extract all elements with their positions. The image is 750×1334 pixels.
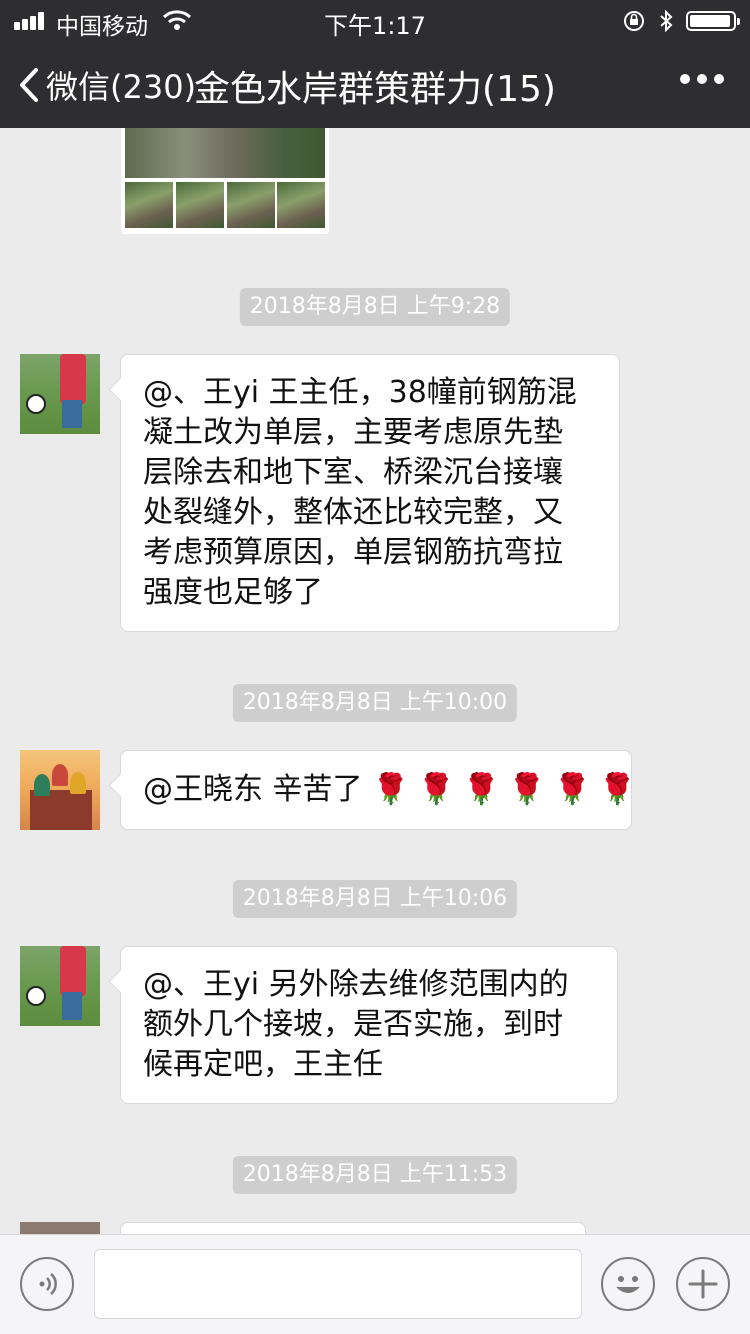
message-line: 额外几个接坡，是否实施，到时 (143, 1007, 563, 1042)
battery-icon (686, 11, 740, 31)
image-message[interactable] (121, 128, 329, 234)
message-line: 处裂缝外，整体还比较完整，又 (143, 495, 563, 530)
message-line: 候再定吧，王主任 (143, 1047, 383, 1082)
message-text: @王晓东 辛苦了 (143, 772, 363, 807)
timestamp: 2018年8月8日 上午10:00 (232, 684, 518, 722)
input-bar (0, 1234, 750, 1334)
plus-button[interactable] (676, 1257, 730, 1311)
bluetooth-icon (660, 9, 673, 33)
top-bar: 中国移动 下午1:17 微信(230) 金色水岸群策群力(15) (0, 0, 750, 128)
message-line: 考虑预算原因，单层钢筋抗弯拉 (143, 535, 563, 570)
photo-collage (125, 128, 325, 178)
emoji-button[interactable] (601, 1257, 655, 1311)
message-line: @、王yi 另外除去维修范围内的 (143, 967, 569, 1002)
message-line: 强度也足够了 (143, 575, 323, 610)
timestamp: 2018年8月8日 上午10:06 (232, 880, 518, 918)
message-bubble[interactable]: @、王yi 另外除去维修范围内的 额外几个接坡，是否实施，到时 候再定吧，王主任 (120, 946, 618, 1104)
plus-icon (688, 1269, 718, 1299)
photo-thumbnail (176, 182, 224, 228)
more-dots-icon[interactable] (680, 74, 724, 88)
photo-thumbnail (125, 182, 173, 228)
photo-thumbnail (227, 182, 275, 228)
avatar[interactable] (20, 750, 100, 830)
timestamp: 2018年8月8日 上午11:53 (232, 1156, 518, 1194)
message-line: @、王yi 王主任，38幢前钢筋混 (143, 375, 577, 410)
orientation-lock-icon (624, 11, 644, 31)
chat-title: 金色水岸群策群力(15) (194, 69, 556, 110)
message-bubble[interactable]: @王晓东 辛苦了 🌹🌹🌹🌹🌹🌹 (120, 750, 636, 830)
message-line: 层除去和地下室、桥梁沉台接壤 (143, 455, 563, 490)
message-input[interactable] (94, 1249, 582, 1319)
chat-area[interactable]: 2018年8月8日 上午9:28 @、王yi 王主任，38幢前钢筋混 凝土改为单… (0, 128, 750, 1234)
avatar[interactable] (20, 1222, 100, 1234)
message-bubble[interactable]: @、王yi 王主任，38幢前钢筋混 凝土改为单层，主要考虑原先垫 层除去和地下室… (120, 354, 620, 632)
avatar[interactable] (20, 354, 100, 434)
voice-icon (39, 1273, 57, 1295)
message-bubble[interactable] (120, 1222, 586, 1234)
status-bar: 中国移动 下午1:17 (0, 0, 750, 40)
avatar[interactable] (20, 946, 100, 1026)
voice-button[interactable] (20, 1257, 74, 1311)
timestamp: 2018年8月8日 上午9:28 (239, 288, 511, 326)
smiley-icon (616, 1276, 640, 1293)
photo-thumbnail (277, 182, 325, 228)
message-line: 凝土改为单层，主要考虑原先垫 (143, 415, 563, 450)
nav-bar: 微信(230) 金色水岸群策群力(15) (0, 40, 750, 128)
rose-emoji: 🌹🌹🌹🌹🌹🌹 (372, 772, 645, 807)
